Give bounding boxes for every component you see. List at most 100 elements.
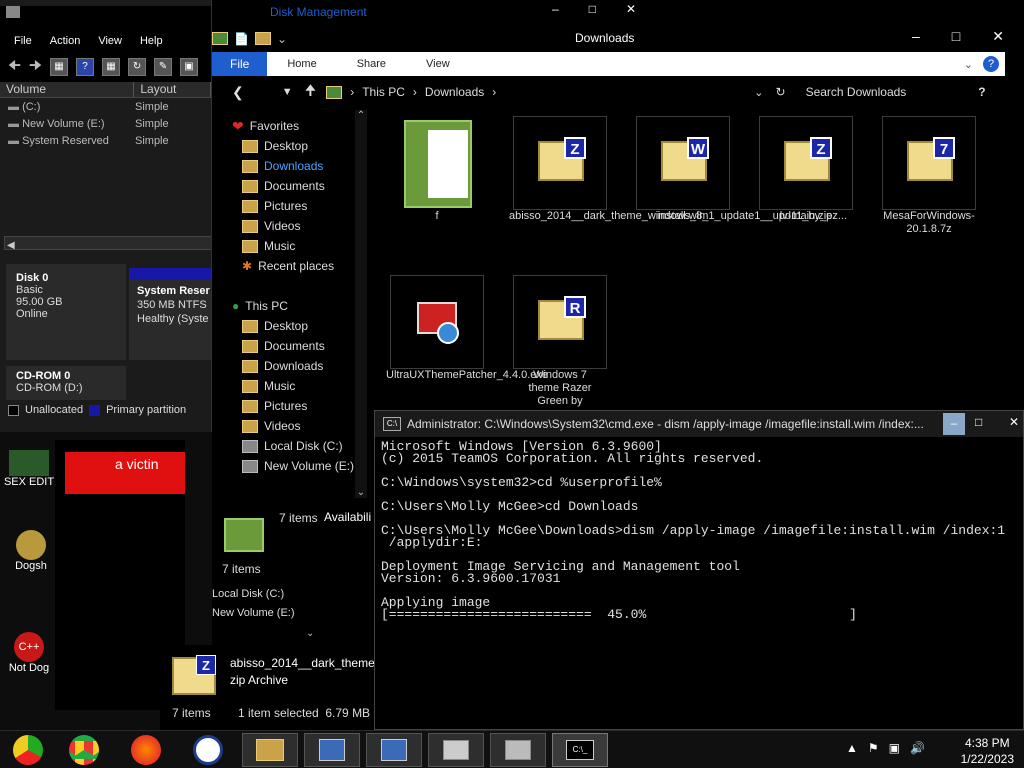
taskbar-cmd[interactable]: C:\_ xyxy=(552,733,608,767)
scroll-down-icon[interactable]: ⌄ xyxy=(306,628,314,639)
file-item[interactable]: UltraUXThemePatcher_4.4.0.exe xyxy=(382,275,548,382)
tab-file[interactable]: File xyxy=(212,52,268,76)
desktop-icon-not-dog[interactable]: C++ Not Dog xyxy=(2,632,56,674)
back-arrow-icon[interactable]: ❮ xyxy=(232,84,244,101)
tab-view[interactable]: View xyxy=(406,58,470,70)
scroll-down-icon[interactable]: ⌄ xyxy=(355,487,367,498)
file-item[interactable]: R Windows 7 theme Razer Green by xyxy=(505,275,615,408)
breadcrumb-downloads[interactable]: Downloads xyxy=(425,85,484,99)
nav-item-music[interactable]: Music xyxy=(226,236,376,256)
properties-icon[interactable]: ✎ xyxy=(154,58,173,76)
file-item[interactable]: Z lv-main.zip xyxy=(751,116,861,223)
nav-item-pictures[interactable]: Pictures xyxy=(226,196,376,216)
menu-help[interactable]: Help xyxy=(140,35,163,47)
disk-icon[interactable]: ▣ xyxy=(180,58,199,76)
volume-row[interactable]: ▬ New Volume (E:) Simple xyxy=(0,115,211,132)
nav-item-desktop[interactable]: Desktop xyxy=(226,316,376,336)
grid-view-icon[interactable]: ▦ xyxy=(102,58,121,76)
partition-system-reserved[interactable]: System Reser 350 MB NTFS Healthy (Syste xyxy=(129,268,211,360)
nav-item-desktop[interactable]: Desktop xyxy=(226,136,376,156)
menu-view[interactable]: View xyxy=(98,35,122,47)
taskbar-file-explorer[interactable] xyxy=(242,733,298,767)
list-view-icon[interactable]: ▦ xyxy=(50,58,69,76)
scroll-left-icon[interactable]: ◀ xyxy=(5,240,15,251)
refresh-icon[interactable]: ↻ xyxy=(128,58,147,76)
cdrom-0-info[interactable]: CD-ROM 0 CD-ROM (D:) xyxy=(6,366,126,400)
taskbar-chrome[interactable] xyxy=(56,733,112,767)
nav-item-new-volume-e[interactable]: New Volume (E:) xyxy=(226,456,376,476)
show-hidden-icons-icon[interactable]: ▲ xyxy=(846,741,858,755)
taskbar-app[interactable] xyxy=(428,733,484,767)
nav-item-downloads[interactable]: Downloads xyxy=(226,156,376,176)
horizontal-scrollbar[interactable]: ◀ xyxy=(4,236,211,251)
close-button[interactable]: ✕ xyxy=(1009,415,1019,429)
search-input[interactable]: Search Downloads xyxy=(806,85,907,99)
disk-0-info[interactable]: Disk 0 Basic 95.00 GB Online xyxy=(6,264,126,360)
volume-icon[interactable]: 🔊 xyxy=(910,741,925,755)
properties-icon[interactable]: 📄 xyxy=(234,32,249,46)
help-icon[interactable]: ? xyxy=(76,58,95,76)
scroll-up-icon[interactable]: ⌃ xyxy=(355,110,367,121)
taskbar-theme-patcher[interactable] xyxy=(366,733,422,767)
nav-item-local-disk-c[interactable]: Local Disk (C:) xyxy=(212,585,295,604)
taskbar-chrome-canary[interactable] xyxy=(0,733,56,767)
forward-arrow-icon[interactable]: 🠊 xyxy=(29,55,42,79)
file-item[interactable]: W install.wim xyxy=(628,116,738,223)
nav-item-local-disk-c[interactable]: Local Disk (C:) xyxy=(226,436,376,456)
network-icon[interactable]: ▣ xyxy=(889,741,900,755)
help-icon[interactable]: ? xyxy=(978,85,985,99)
address-dropdown-icon[interactable]: ⌄ xyxy=(754,86,763,99)
nav-item-videos[interactable]: Videos xyxy=(226,416,376,436)
help-icon[interactable]: ? xyxy=(983,56,999,72)
nav-item-videos[interactable]: Videos xyxy=(226,216,376,236)
maximize-icon[interactable]: □ xyxy=(589,2,596,16)
nav-pane-scrollbar[interactable]: ⌃ ⌄ xyxy=(355,110,367,498)
maximize-icon[interactable]: □ xyxy=(952,28,960,45)
refresh-icon[interactable]: ↻ xyxy=(776,85,786,99)
nav-item-pictures[interactable]: Pictures xyxy=(226,396,376,416)
close-icon[interactable]: ✕ xyxy=(626,2,636,16)
volume-row[interactable]: ▬ System Reserved Simple xyxy=(0,132,211,149)
back-arrow-icon[interactable]: 🠈 xyxy=(8,55,21,79)
file-item[interactable]: Z abisso_2014__dark_theme_windows_8_1_up… xyxy=(505,116,847,223)
nav-item-music[interactable]: Music xyxy=(226,376,376,396)
new-folder-icon[interactable] xyxy=(254,32,271,45)
column-volume[interactable]: Volume xyxy=(0,82,135,97)
taskbar-disk-utility[interactable] xyxy=(490,733,546,767)
flag-icon[interactable]: ⚑ xyxy=(868,741,879,755)
breadcrumb-this-pc[interactable]: This PC xyxy=(362,85,405,99)
nav-favorites[interactable]: ❤ Favorites xyxy=(226,116,376,136)
recent-locations-icon[interactable]: ▼ xyxy=(282,86,293,98)
folder-icon[interactable] xyxy=(212,32,228,45)
desktop-icon-dogsh[interactable]: Dogsh xyxy=(4,530,58,572)
close-icon[interactable]: ✕ xyxy=(992,28,1004,45)
taskbar-obama[interactable] xyxy=(180,733,236,767)
file-item[interactable]: 7 MesaForWindows-20.1.8.7z xyxy=(874,116,984,236)
breadcrumb-chevron-icon[interactable]: › xyxy=(413,85,417,99)
desktop-icon-sex-edit[interactable]: SEX EDIT xyxy=(2,450,56,488)
taskbar-disk-management[interactable] xyxy=(304,733,360,767)
minimize-icon[interactable]: – xyxy=(552,2,559,16)
maximize-button[interactable]: □ xyxy=(975,415,982,429)
file-item[interactable]: f xyxy=(382,116,492,223)
minimize-button[interactable]: – xyxy=(943,413,965,435)
menu-file[interactable]: File xyxy=(14,35,32,47)
cmd-console-output[interactable]: Microsoft Windows [Version 6.3.9600] (c)… xyxy=(381,440,1005,621)
nav-item-documents[interactable]: Documents xyxy=(226,176,376,196)
nav-item-new-volume-e[interactable]: New Volume (E:) xyxy=(212,604,295,623)
volume-row[interactable]: ▬ (C:) Simple xyxy=(0,98,211,115)
taskbar-firefox[interactable] xyxy=(118,733,174,767)
tab-home[interactable]: Home xyxy=(267,58,336,70)
menu-action[interactable]: Action xyxy=(50,35,81,47)
up-arrow-icon[interactable]: 🠉 xyxy=(305,80,317,104)
nav-item-downloads[interactable]: Downloads xyxy=(226,356,376,376)
breadcrumb-chevron-icon[interactable]: › xyxy=(350,85,354,99)
breadcrumb-chevron-icon[interactable]: › xyxy=(492,85,496,99)
minimize-icon[interactable]: – xyxy=(912,28,920,45)
nav-item-documents[interactable]: Documents xyxy=(226,336,376,356)
clock[interactable]: 4:38 PM 1/22/2023 xyxy=(961,735,1014,767)
chevron-down-icon[interactable]: ⌄ xyxy=(277,32,287,46)
expand-ribbon-icon[interactable]: ⌄ xyxy=(964,58,973,71)
tab-share[interactable]: Share xyxy=(337,58,406,70)
column-layout[interactable]: Layout xyxy=(134,82,211,97)
